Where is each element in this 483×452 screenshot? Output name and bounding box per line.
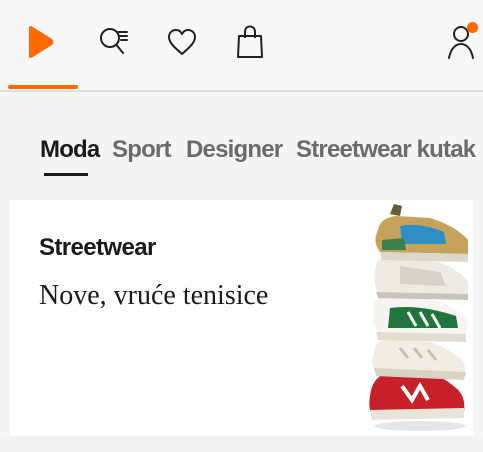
shopping-bag-icon [237, 25, 263, 58]
banner-title: Streetwear [39, 234, 156, 261]
tab-designer[interactable]: Designer [186, 136, 283, 164]
tab-moda[interactable]: Moda [40, 136, 100, 164]
home-nav-button[interactable] [18, 20, 62, 64]
home-play-icon [29, 26, 54, 58]
bag-nav-button[interactable] [228, 20, 272, 64]
active-nav-indicator [8, 85, 78, 89]
notification-dot [467, 22, 478, 33]
stacked-sneakers-image [369, 204, 468, 431]
search-icon [100, 28, 128, 54]
banner-subtitle: Nove, vruće tenisice [39, 280, 269, 311]
account-icon-wrap [447, 22, 478, 60]
tab-streetwear-kutak[interactable]: Streetwear kutak [296, 136, 476, 164]
favorites-nav-button[interactable] [160, 20, 204, 64]
tab-sport[interactable]: Sport [112, 136, 171, 164]
bottom-strip [0, 436, 483, 452]
app-screen: Moda Sport Designer Streetwear kutak Str… [0, 0, 483, 452]
account-nav-button[interactable] [440, 20, 483, 64]
search-nav-button[interactable] [92, 20, 136, 64]
streetwear-banner[interactable]: Streetwear Nove, vruće tenisice [10, 200, 473, 436]
category-tabs: Moda Sport Designer Streetwear kutak [0, 92, 483, 200]
heart-icon [168, 29, 196, 55]
top-navigation-bar [0, 0, 483, 92]
active-tab-indicator [44, 173, 88, 176]
